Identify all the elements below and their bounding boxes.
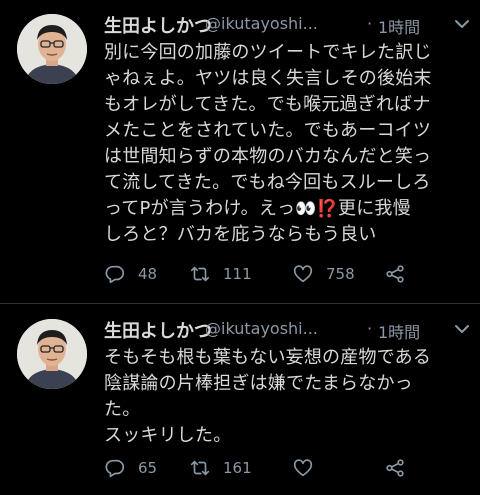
- tweet-line: 別に今回の加藤のツイートでキレた訳じ: [104, 42, 432, 63]
- chevron-down-icon[interactable]: [452, 16, 472, 32]
- exclamation-question-emoji: ⁉️: [316, 199, 339, 219]
- timestamp[interactable]: 1時間: [378, 319, 420, 343]
- like-icon: [293, 459, 313, 477]
- reply-icon: [105, 265, 125, 284]
- retweet-count: 111: [223, 265, 252, 283]
- tweet-header: 生田よしかつ @ikutayoshi... · 1時間: [104, 10, 474, 38]
- retweet-icon: [190, 266, 210, 282]
- reply-count: 48: [138, 265, 158, 283]
- avatar[interactable]: [17, 14, 87, 84]
- retweet-count: 161: [223, 459, 252, 477]
- tweet-line: た。: [104, 399, 141, 420]
- tweet-line: もオレがしてきた。でも喉元過ぎればナ: [104, 94, 431, 115]
- tweet-line: スッキリした。: [104, 425, 232, 446]
- like-count: 758: [326, 265, 355, 283]
- tweet-line: ゃねぇよ。ヤツは良く失言しその後始末: [104, 68, 432, 89]
- tweet-line-part: 更に我慢: [338, 198, 411, 219]
- share-button[interactable]: [384, 457, 406, 479]
- tweet[interactable]: 生田よしかつ @ikutayoshi... · 1時間 別に今回の加藤のツイート…: [0, 0, 480, 303]
- tweet-line-part: ってPが言うわけ。えっ: [104, 198, 296, 219]
- share-icon: [386, 265, 404, 283]
- tweet[interactable]: 生田よしかつ @ikutayoshi... · 1時間 そもそも根も葉もない妄想…: [0, 305, 480, 495]
- tweet-actions: 65 161: [104, 457, 474, 481]
- tweet-line: ってPが言うわけ。えっ👀⁉️更に我慢: [104, 196, 470, 222]
- reply-icon: [105, 459, 125, 478]
- tweet-line: メたことをされていた。でもあーコイツ: [104, 120, 432, 141]
- reply-button[interactable]: 65: [104, 457, 157, 479]
- tweet-line: 陰謀論の片棒担ぎは嫌でたまらなかっ: [104, 373, 413, 394]
- share-button[interactable]: [384, 263, 406, 285]
- tweet-line: そもそも根も葉もない妄想の産物である: [104, 347, 432, 368]
- tweet-text: そもそも根も葉もない妄想の産物である 陰謀論の片棒担ぎは嫌でたまらなかっ た。 …: [104, 345, 470, 449]
- display-name[interactable]: 生田よしかつ: [104, 12, 212, 38]
- tweet-line: て流してきた。でもね今回もスルーしろ: [104, 172, 431, 193]
- tweet-line: しろと？バカを庇うならもう良い: [104, 224, 377, 245]
- like-button[interactable]: 758: [292, 263, 355, 285]
- retweet-button[interactable]: 161: [189, 457, 252, 479]
- tweet-text: 別に今回の加藤のツイートでキレた訳じ ゃねぇよ。ヤツは良く失言しその後始末 もオ…: [104, 40, 470, 248]
- reply-button[interactable]: 48: [104, 263, 157, 285]
- separator-dot: ·: [367, 14, 373, 33]
- share-icon: [386, 459, 404, 477]
- timestamp[interactable]: 1時間: [378, 14, 420, 38]
- tweet-line: は世間知らずの本物のバカなんだと笑っ: [104, 146, 432, 167]
- eyes-emoji: 👀: [295, 199, 317, 219]
- tweet-actions: 48 111 758: [104, 263, 474, 287]
- tweet-divider: [0, 303, 480, 304]
- user-handle[interactable]: @ikutayoshi...: [205, 14, 318, 33]
- user-handle[interactable]: @ikutayoshi...: [205, 319, 318, 338]
- like-button[interactable]: [292, 457, 326, 479]
- reply-count: 65: [138, 459, 158, 477]
- like-icon: [293, 265, 313, 283]
- retweet-button[interactable]: 111: [189, 263, 252, 285]
- display-name[interactable]: 生田よしかつ: [104, 317, 212, 343]
- chevron-down-icon[interactable]: [452, 321, 472, 337]
- tweet-header: 生田よしかつ @ikutayoshi... · 1時間: [104, 315, 474, 343]
- retweet-icon: [190, 460, 210, 476]
- separator-dot: ·: [367, 319, 373, 338]
- avatar[interactable]: [17, 319, 87, 389]
